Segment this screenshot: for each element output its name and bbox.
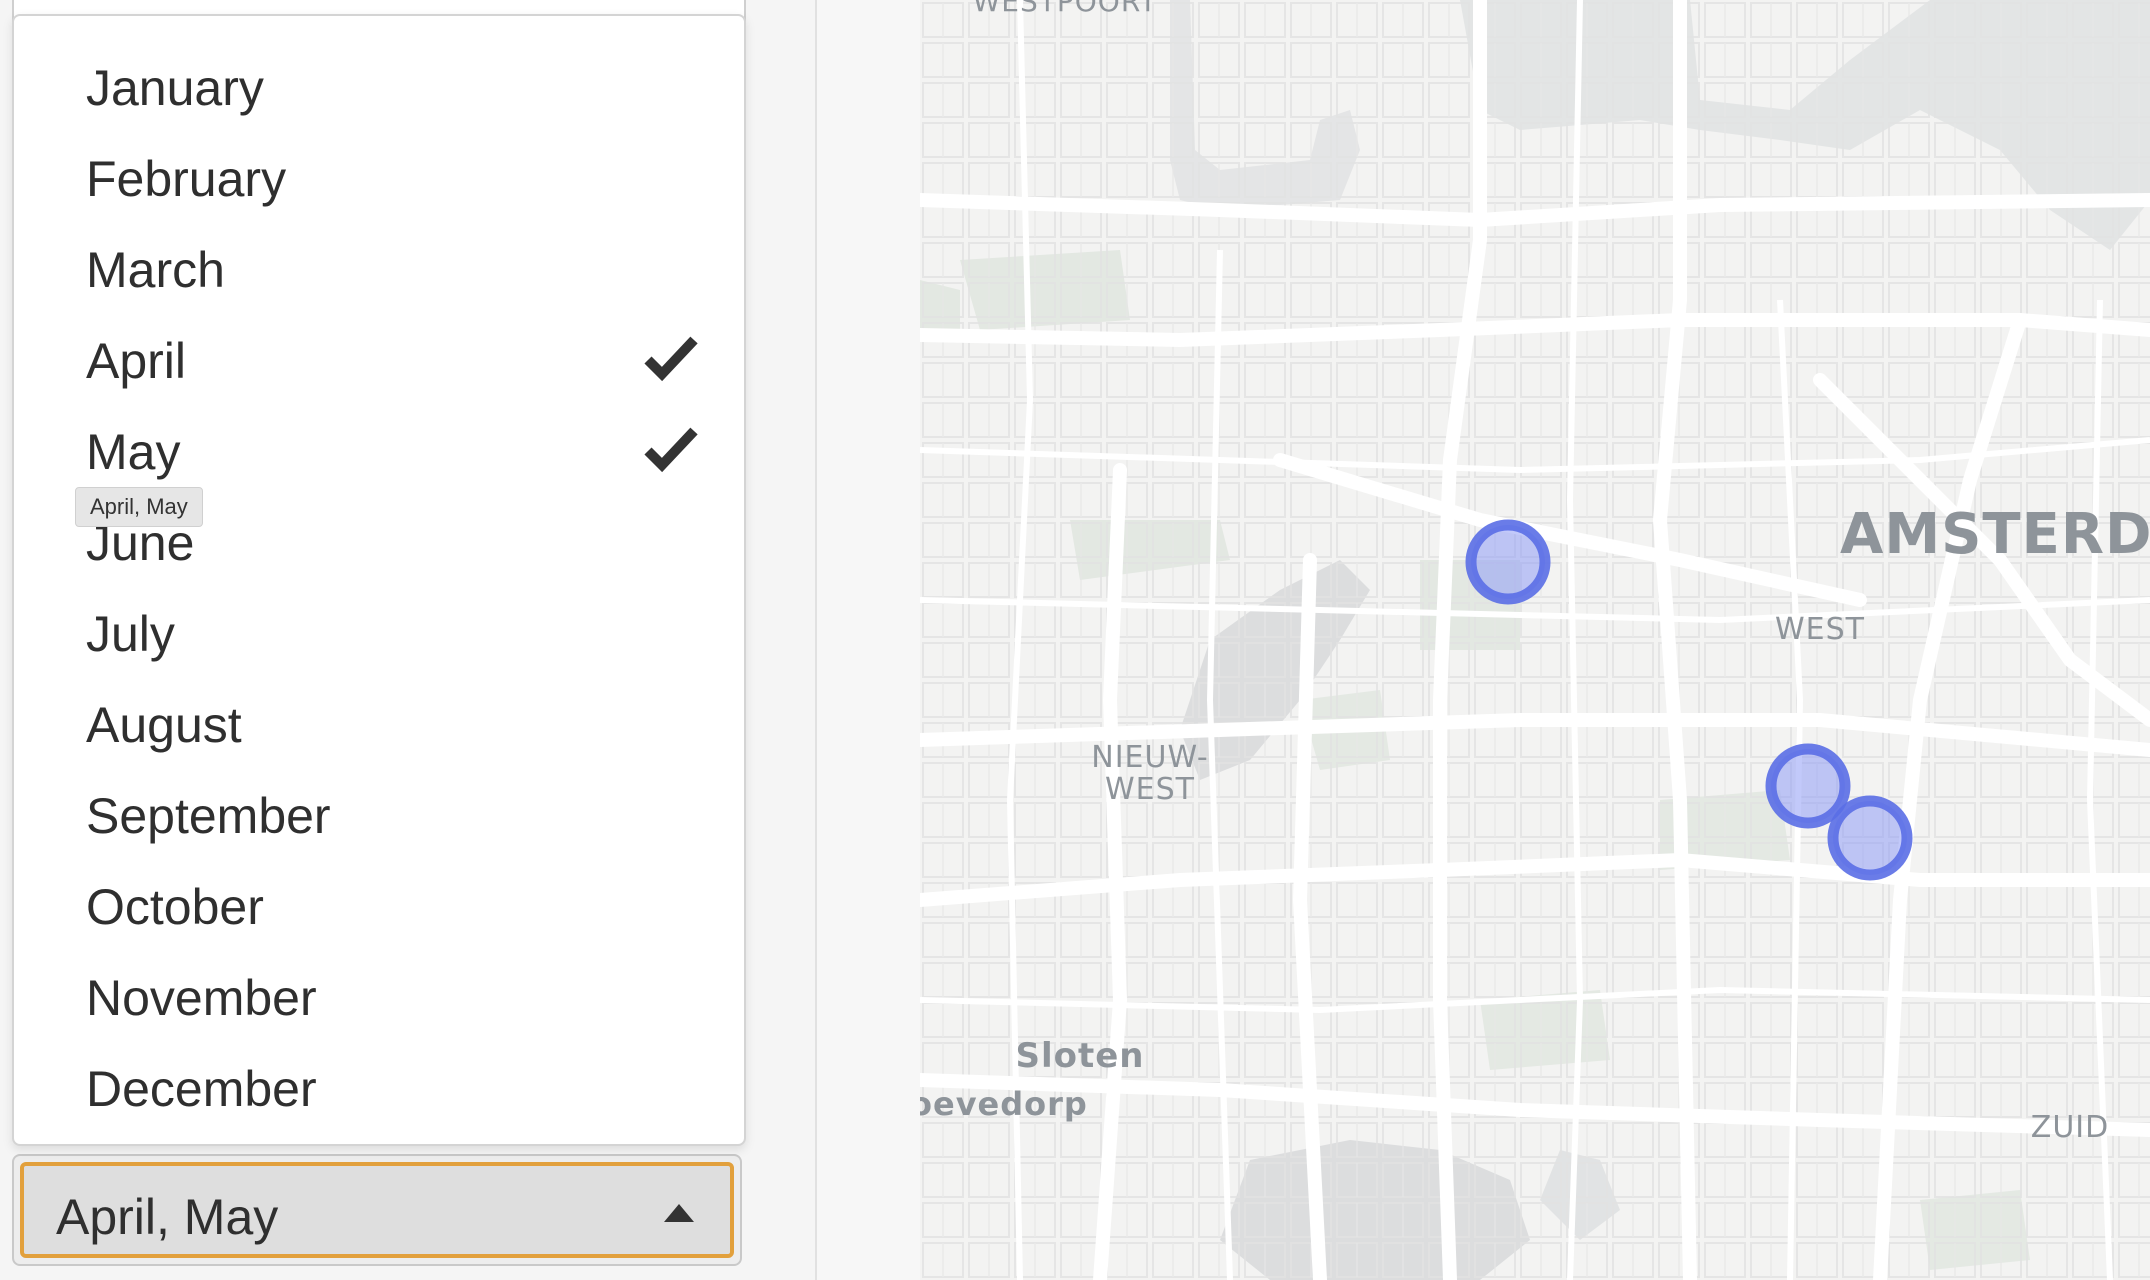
map-label-zuid: ZUID [2030,1110,2110,1145]
checkmark-icon [644,336,698,382]
month-option-label: May [86,424,181,480]
month-option-february[interactable]: February [14,129,744,220]
month-option-march[interactable]: March [14,220,744,311]
month-option-label: December [86,1061,317,1117]
selection-tooltip: April, May [75,487,203,527]
filter-sidebar: January February March April May June July Augu… [0,0,817,1280]
month-option-label: August [86,697,242,753]
basemap [920,0,2150,1280]
map-label-westpoort: WESTPOORT [972,0,1158,18]
month-option-label: July [86,606,175,662]
month-option-august[interactable]: August [14,675,744,766]
month-option-october[interactable]: October [14,857,744,948]
month-option-january[interactable]: January [14,38,744,129]
month-option-november[interactable]: November [14,948,744,1039]
month-select[interactable]: April, May [12,1154,742,1266]
month-option-label: November [86,970,317,1026]
month-option-december[interactable]: December [14,1039,744,1130]
caret-up-icon[interactable] [664,1204,694,1222]
checkmark-icon [644,427,698,473]
month-option-label: October [86,879,264,935]
month-option-label: February [86,151,287,207]
map-label-sloten: Sloten [1015,1036,1145,1076]
map-label-west: WEST [1775,612,1865,647]
month-dropdown-menu[interactable]: January February March April May June July Augu… [12,14,746,1146]
map-label-amsterdam: AMSTERDA [1840,502,2150,567]
month-option-label: April [86,333,187,389]
map-label-nieuw-west: NIEUW- WEST [1091,740,1209,807]
month-option-april[interactable]: April [14,311,744,402]
month-option-may[interactable]: May [14,402,744,493]
month-option-label: September [86,788,331,844]
month-option-september[interactable]: September [14,766,744,857]
month-option-label: January [86,60,264,116]
month-select-focused[interactable]: April, May [20,1162,734,1258]
month-option-label: March [86,242,225,298]
month-option-july[interactable]: July [14,584,744,675]
map[interactable]: WESTPOORT AMSTERDA WEST NIEUW- WEST Slot… [920,0,2150,1280]
map-label-osdorp: oevedorp [920,1085,1088,1123]
month-select-value: April, May [56,1189,279,1245]
